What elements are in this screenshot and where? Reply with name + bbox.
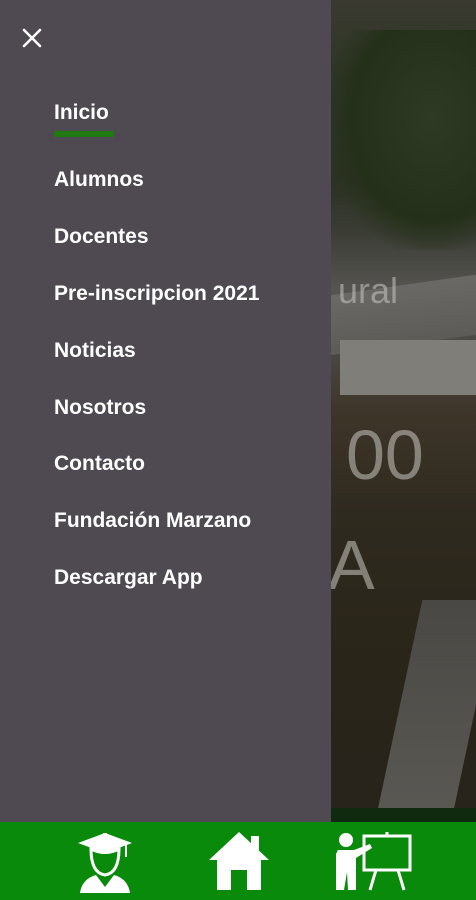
docentes-nav-button[interactable] bbox=[326, 822, 418, 900]
menu-item-nosotros[interactable]: Nosotros bbox=[54, 396, 146, 420]
menu-item-descargar-app[interactable]: Descargar App bbox=[54, 566, 203, 590]
menu-item-contacto[interactable]: Contacto bbox=[54, 452, 145, 476]
menu-item-inicio[interactable]: Inicio bbox=[54, 101, 114, 137]
menu-item-label: Inicio bbox=[54, 101, 109, 124]
alumnos-nav-button[interactable] bbox=[60, 822, 150, 900]
graduate-icon bbox=[78, 833, 132, 893]
green-strip bbox=[330, 808, 476, 822]
menu-item-preinscripcion[interactable]: Pre-inscripcion 2021 bbox=[54, 282, 259, 306]
menu-item-label: Nosotros bbox=[54, 396, 147, 419]
menu-item-label: Alumnos bbox=[54, 168, 144, 191]
menu-item-alumnos[interactable]: Alumnos bbox=[54, 168, 144, 192]
home-nav-button[interactable] bbox=[196, 822, 282, 900]
close-icon bbox=[22, 28, 42, 48]
teacher-board-icon bbox=[336, 832, 412, 891]
path bbox=[377, 600, 476, 810]
menu-item-label: Fundación Marzano bbox=[54, 509, 252, 532]
menu-item-fundacion-marzano[interactable]: Fundación Marzano bbox=[54, 509, 251, 533]
background-text-1: ural bbox=[338, 270, 399, 311]
menu-item-label: Pre-inscripcion 2021 bbox=[54, 282, 260, 305]
close-button[interactable] bbox=[14, 20, 50, 56]
menu-item-label: Docentes bbox=[54, 225, 149, 248]
active-indicator bbox=[54, 131, 114, 137]
building-wall bbox=[340, 340, 476, 395]
menu-item-label: Noticias bbox=[54, 339, 136, 362]
background-text-2: 00 bbox=[346, 416, 424, 494]
menu-item-label: Contacto bbox=[54, 452, 145, 475]
trees bbox=[330, 30, 476, 250]
menu-item-docentes[interactable]: Docentes bbox=[54, 225, 149, 249]
menu-item-label: Descargar App bbox=[54, 566, 203, 589]
bottom-navigation bbox=[0, 822, 476, 900]
background-text-3: A bbox=[328, 526, 375, 604]
home-icon bbox=[209, 832, 269, 890]
menu-item-noticias[interactable]: Noticias bbox=[54, 339, 136, 363]
navigation-drawer: Inicio Alumnos Docentes Pre-inscripcion … bbox=[0, 0, 331, 822]
